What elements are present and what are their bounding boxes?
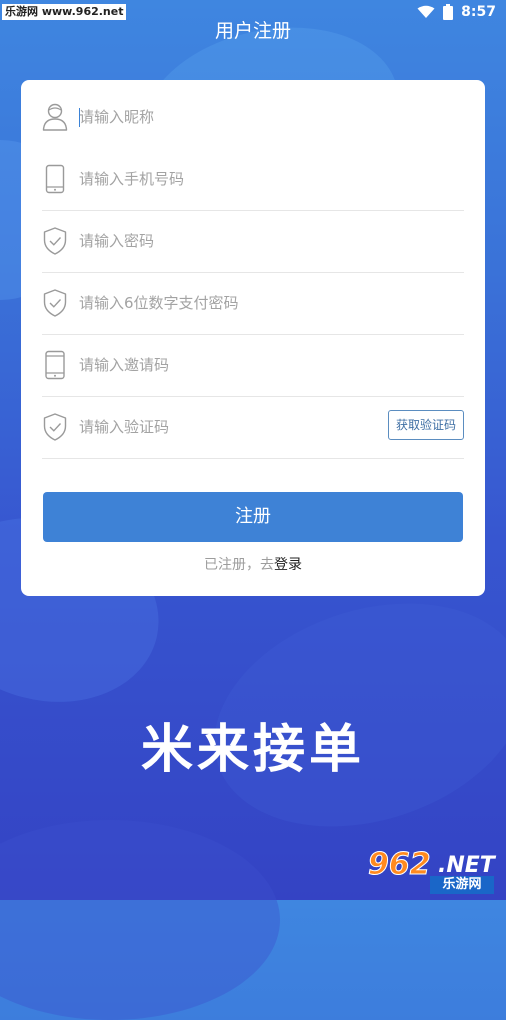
- text-caret: [79, 108, 80, 127]
- register-button[interactable]: 注册: [43, 492, 463, 542]
- user-icon: [42, 103, 68, 131]
- background-blob: [0, 820, 280, 1020]
- phone-icon: [45, 350, 65, 380]
- pay-password-input[interactable]: [79, 290, 369, 316]
- invite-code-input[interactable]: [79, 352, 369, 378]
- shield-check-icon: [43, 413, 67, 441]
- login-prompt: 已注册，去登录: [21, 554, 485, 574]
- nickname-row: [42, 86, 464, 148]
- nickname-input[interactable]: [79, 104, 369, 130]
- shield-check-icon: [43, 227, 67, 255]
- login-prompt-text: 已注册，去: [204, 557, 274, 573]
- password-row: [42, 210, 464, 273]
- password-input[interactable]: [79, 228, 369, 254]
- phone-input[interactable]: [79, 166, 369, 192]
- shield-check-icon: [43, 289, 67, 317]
- register-card: 获取验证码 注册 已注册，去登录: [21, 80, 485, 596]
- watermark-number: 962: [368, 847, 432, 882]
- pay-password-row: [42, 272, 464, 335]
- watermark-logo: 962 .NET 乐游网: [368, 847, 498, 896]
- verify-code-input[interactable]: [79, 414, 369, 440]
- phone-row: [42, 148, 464, 211]
- page-title: 用户注册: [214, 20, 291, 42]
- watermark-cn: 乐游网: [430, 876, 494, 894]
- phone-icon: [45, 164, 65, 194]
- get-code-button[interactable]: 获取验证码: [388, 410, 464, 440]
- brand-slogan: 米来接单: [140, 720, 365, 780]
- invite-code-row: [42, 334, 464, 397]
- verify-code-row: 获取验证码: [42, 396, 464, 459]
- login-link[interactable]: 登录: [274, 557, 302, 573]
